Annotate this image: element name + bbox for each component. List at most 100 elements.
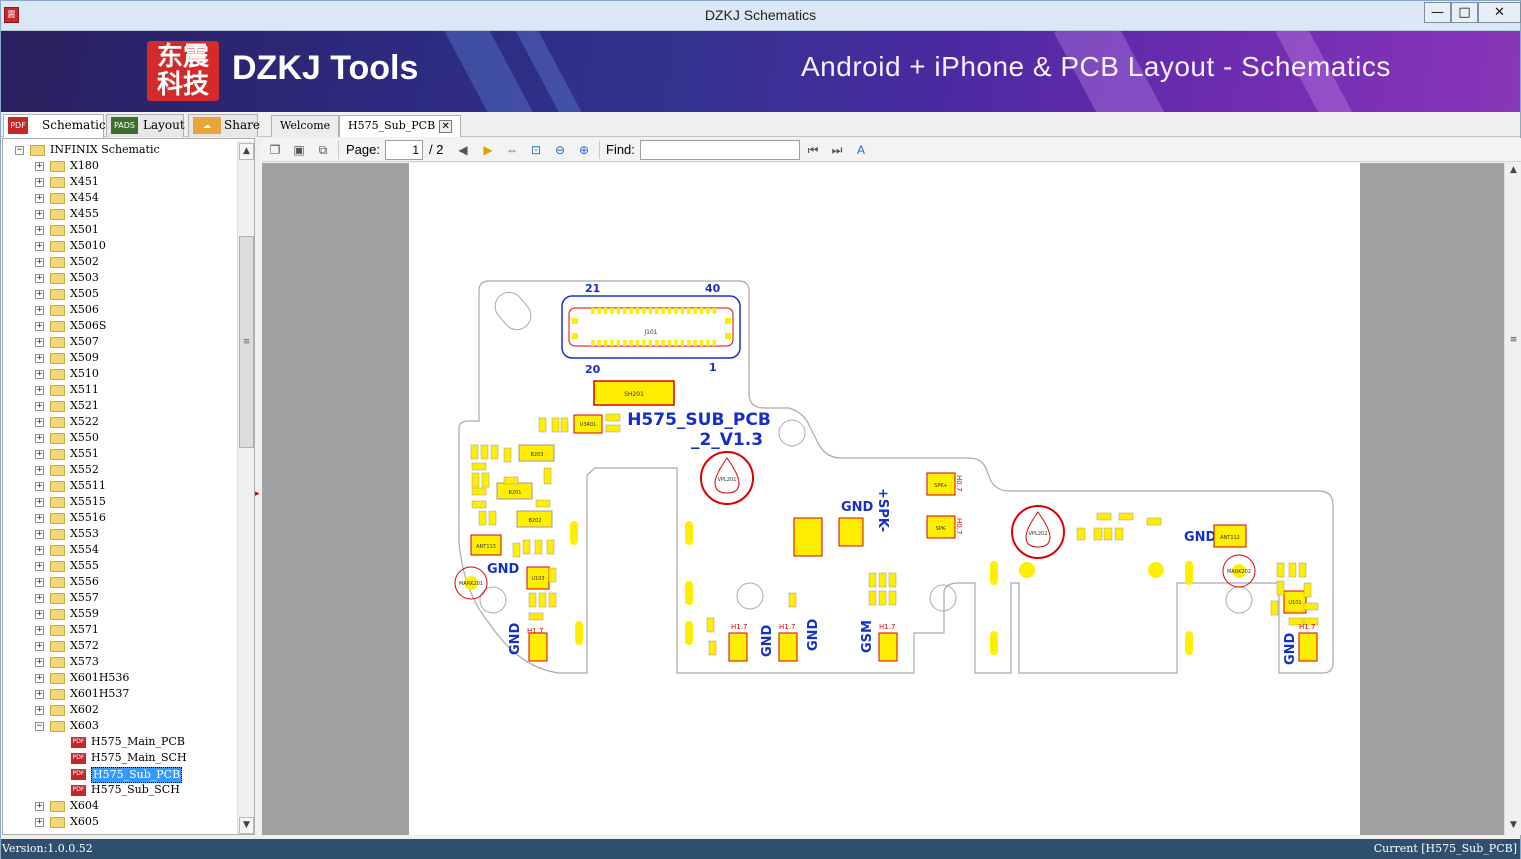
expand-icon[interactable]: + xyxy=(35,466,44,475)
tree-folder-item[interactable]: + X555 xyxy=(3,558,237,574)
tree-folder-item[interactable]: + X605 xyxy=(3,814,237,830)
fit-width-icon[interactable]: ⇔ xyxy=(503,141,521,158)
expand-icon[interactable]: + xyxy=(35,818,44,827)
minimize-button[interactable]: — xyxy=(1424,2,1451,23)
tree-folder-item[interactable]: + X180 xyxy=(3,158,237,174)
tree-folder-item[interactable]: + X601H537 xyxy=(3,686,237,702)
close-button[interactable]: ✕ xyxy=(1478,2,1521,23)
close-tab-icon[interactable]: ✕ xyxy=(439,119,453,133)
expand-icon[interactable]: + xyxy=(35,402,44,411)
tree-folder-item[interactable]: + X571 xyxy=(3,622,237,638)
tree-folder-item[interactable]: + X506S xyxy=(3,318,237,334)
page-number-input[interactable]: 1 xyxy=(385,140,423,160)
expand-icon[interactable]: + xyxy=(35,514,44,523)
tree-folder-item[interactable]: + X503 xyxy=(3,270,237,286)
scroll-down-icon[interactable]: ▼ xyxy=(239,817,254,834)
tree-file-item[interactable]: PDF H575_Sub_PCB xyxy=(3,766,237,783)
expand-icon[interactable]: + xyxy=(35,290,44,299)
collapse-icon[interactable]: − xyxy=(15,146,24,155)
tree-folder-item[interactable]: + X550 xyxy=(3,430,237,446)
expand-icon[interactable]: + xyxy=(35,690,44,699)
expand-icon[interactable]: + xyxy=(35,258,44,267)
expand-icon[interactable]: + xyxy=(35,658,44,667)
expand-icon[interactable]: + xyxy=(35,530,44,539)
next-page-icon[interactable]: ▶ xyxy=(479,141,497,158)
tree-folder-item[interactable]: + X454 xyxy=(3,190,237,206)
tree-folder-item[interactable]: + X551 xyxy=(3,446,237,462)
tree-file-item[interactable]: PDF H575_Main_SCH xyxy=(3,750,237,766)
tree-folder-item[interactable]: − X603 xyxy=(3,718,237,734)
tab-share[interactable]: ☁ Share xyxy=(188,114,260,137)
tree-folder-item[interactable]: + X552 xyxy=(3,462,237,478)
expand-icon[interactable]: + xyxy=(35,386,44,395)
expand-icon[interactable]: + xyxy=(35,802,44,811)
expand-icon[interactable]: + xyxy=(35,338,44,347)
tree-folder-item[interactable]: + X507 xyxy=(3,334,237,350)
tree-folder-item[interactable]: + X5010 xyxy=(3,238,237,254)
previous-page-icon[interactable]: ◀ xyxy=(454,141,472,158)
tree-folder-item[interactable]: + X511 xyxy=(3,382,237,398)
expand-icon[interactable]: + xyxy=(35,418,44,427)
doc-tab-welcome[interactable]: Welcome xyxy=(271,115,340,137)
find-input[interactable] xyxy=(640,140,800,160)
tree-folder-item[interactable]: + X502 xyxy=(3,254,237,270)
find-previous-icon[interactable]: ⏮ xyxy=(804,141,822,158)
scroll-down-icon[interactable]: ▼ xyxy=(1506,818,1521,835)
expand-icon[interactable]: + xyxy=(35,178,44,187)
expand-icon[interactable]: + xyxy=(35,626,44,635)
tree-folder-item[interactable]: + X602 xyxy=(3,702,237,718)
tree-folder-item[interactable]: + X572 xyxy=(3,638,237,654)
scroll-up-icon[interactable]: ▲ xyxy=(1506,163,1521,180)
tree-folder-item[interactable]: + X505 xyxy=(3,286,237,302)
doc-tab-h575-sub-pcb[interactable]: H575_Sub_PCB ✕ xyxy=(339,115,462,137)
expand-icon[interactable]: + xyxy=(35,594,44,603)
tree-folder-item[interactable]: + X5516 xyxy=(3,510,237,526)
tree-folder-item[interactable]: + X5511 xyxy=(3,478,237,494)
scroll-thumb-grip-icon[interactable]: ≡ xyxy=(1506,333,1521,350)
tree-folder-item[interactable]: + X510 xyxy=(3,366,237,382)
expand-icon[interactable]: + xyxy=(35,642,44,651)
expand-icon[interactable]: + xyxy=(35,242,44,251)
tree-folder-item[interactable]: + X556 xyxy=(3,574,237,590)
zoom-out-icon[interactable]: ⊖ xyxy=(551,141,569,158)
fit-page-icon[interactable]: ⊡ xyxy=(527,141,545,158)
tree-folder-item[interactable]: + X604 xyxy=(3,798,237,814)
tree-folder-item[interactable]: + X573 xyxy=(3,654,237,670)
tree-folder-item[interactable]: + X5515 xyxy=(3,494,237,510)
zoom-in-icon[interactable]: ⊕ xyxy=(575,141,593,158)
find-next-icon[interactable]: ⏭ xyxy=(828,141,846,158)
tree-file-item[interactable]: PDF H575_Sub_SCH xyxy=(3,782,237,798)
expand-icon[interactable]: + xyxy=(35,210,44,219)
tree-scrollbar[interactable]: ▲ ≡ ▼ xyxy=(237,141,254,834)
maximize-button[interactable]: □ xyxy=(1451,2,1478,23)
expand-icon[interactable]: + xyxy=(35,162,44,171)
tree-folder-item[interactable]: + X553 xyxy=(3,526,237,542)
expand-icon[interactable]: + xyxy=(35,562,44,571)
expand-icon[interactable]: + xyxy=(35,546,44,555)
two-page-icon[interactable]: ⧉ xyxy=(314,141,332,158)
page-scrollbar[interactable]: ▲ ≡ ▼ xyxy=(1504,163,1521,835)
tree-folder-item[interactable]: − INFINIX Schematic xyxy=(3,142,237,158)
expand-icon[interactable]: + xyxy=(35,306,44,315)
scroll-up-icon[interactable]: ▲ xyxy=(239,143,254,160)
tree-folder-item[interactable]: + X522 xyxy=(3,414,237,430)
expand-icon[interactable]: + xyxy=(35,610,44,619)
expand-icon[interactable]: + xyxy=(35,274,44,283)
highlight-text-icon[interactable]: A xyxy=(852,141,870,158)
tree-folder-item[interactable]: + X455 xyxy=(3,206,237,222)
tree-folder-item[interactable]: + X509 xyxy=(3,350,237,366)
expand-icon[interactable]: + xyxy=(35,354,44,363)
expand-icon[interactable]: + xyxy=(35,434,44,443)
tree-folder-item[interactable]: + X554 xyxy=(3,542,237,558)
expand-icon[interactable]: + xyxy=(35,674,44,683)
collapse-icon[interactable]: − xyxy=(35,722,44,731)
tree-file-item[interactable]: PDF H575_Main_PCB xyxy=(3,734,237,750)
tree-folder-item[interactable]: + X506 xyxy=(3,302,237,318)
copy-icon[interactable]: ❐ xyxy=(266,141,284,158)
expand-icon[interactable]: + xyxy=(35,706,44,715)
tab-schematic[interactable]: PDF Schematic xyxy=(3,114,106,138)
expand-icon[interactable]: + xyxy=(35,194,44,203)
tree-folder-item[interactable]: + X521 xyxy=(3,398,237,414)
scroll-thumb[interactable]: ≡ xyxy=(239,236,254,448)
single-page-icon[interactable]: ▣ xyxy=(290,141,308,158)
